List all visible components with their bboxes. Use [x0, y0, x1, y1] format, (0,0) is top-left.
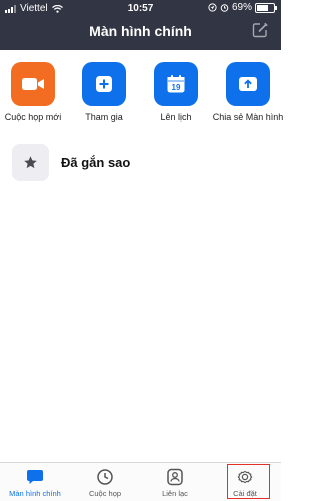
star-icon — [24, 155, 37, 168]
page-title: Màn hình chính — [89, 23, 192, 39]
tab-meetings[interactable]: Cuộc họp — [70, 468, 140, 498]
tab-settings[interactable]: Cài đặt — [210, 468, 280, 498]
header: Viettel 10:57 69% Màn hình chính — [0, 0, 281, 50]
join-label: Tham gia — [85, 112, 123, 122]
action-buttons: Cuộc họp mới Tham gia 19 Lên lịch Chia s… — [0, 62, 283, 128]
plus-icon — [96, 76, 112, 92]
tab-meetings-label: Cuộc họp — [88, 489, 122, 498]
join-button[interactable]: Tham gia — [68, 62, 140, 122]
share-screen-tile[interactable] — [226, 62, 270, 106]
starred-item[interactable]: Đã gắn sao — [12, 143, 272, 181]
schedule-button[interactable]: 19 Lên lịch — [140, 62, 212, 122]
contact-icon — [167, 468, 183, 486]
location-icon — [208, 3, 217, 12]
share-screen-button[interactable]: Chia sẻ Màn hình — [208, 62, 288, 122]
tab-bar: Màn hình chính Cuộc họp Liên lạc Cài đặt — [0, 462, 281, 501]
schedule-tile[interactable]: 19 — [154, 62, 198, 106]
tab-home[interactable]: Màn hình chính — [0, 468, 70, 498]
starred-tile[interactable] — [12, 143, 49, 181]
tab-contacts-label: Liên lạc — [162, 489, 188, 498]
tab-contacts[interactable]: Liên lạc — [140, 468, 210, 498]
schedule-label: Lên lịch — [160, 112, 192, 122]
battery-percent: 69% — [231, 2, 252, 13]
alarm-icon — [220, 4, 229, 12]
share-screen-icon — [239, 77, 257, 91]
clock-icon — [97, 469, 113, 485]
gear-icon — [237, 470, 253, 484]
video-camera-icon — [22, 78, 44, 90]
join-tile[interactable] — [82, 62, 126, 106]
chat-bubble-icon — [27, 470, 43, 484]
new-meeting-button[interactable]: Cuộc họp mới — [0, 62, 69, 122]
tab-home-label: Màn hình chính — [9, 489, 61, 498]
tab-settings-label: Cài đặt — [233, 489, 257, 498]
calendar-icon: 19 — [167, 75, 185, 93]
new-meeting-label: Cuộc họp mới — [4, 112, 62, 122]
status-right: 69% — [208, 2, 277, 13]
calendar-day: 19 — [172, 83, 181, 92]
share-screen-label: Chia sẻ Màn hình — [212, 112, 284, 122]
new-meeting-tile[interactable] — [11, 62, 55, 106]
battery-icon — [255, 2, 277, 13]
status-bar: Viettel 10:57 69% — [0, 0, 281, 18]
compose-icon[interactable] — [251, 21, 269, 39]
starred-label: Đã gắn sao — [61, 154, 131, 170]
